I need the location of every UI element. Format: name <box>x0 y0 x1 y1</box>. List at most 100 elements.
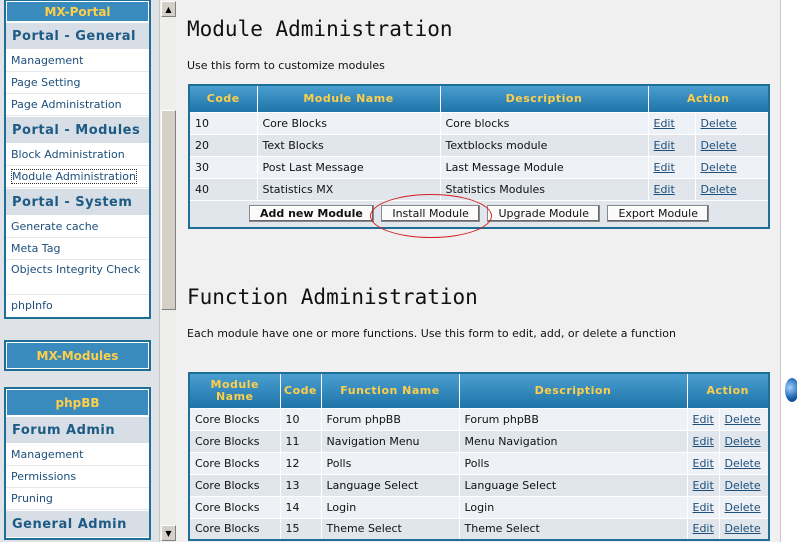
portal-system-heading: Portal - System <box>6 188 149 216</box>
delete-link[interactable]: Delete <box>718 429 770 453</box>
left-frame-scrollbar[interactable]: ▲ ▼ <box>159 0 176 542</box>
edit-link[interactable]: Edit <box>647 177 696 201</box>
edit-link[interactable]: Edit <box>647 133 696 157</box>
nav-link-permissions[interactable]: Permissions <box>6 466 149 488</box>
nav-link-generate-cache[interactable]: Generate cache <box>6 216 149 238</box>
function-module: Core Blocks <box>188 451 281 475</box>
function-module: Core Blocks <box>188 495 281 519</box>
col-function-name: Function Name <box>320 372 460 409</box>
module-buttons-cell: Add new Module Install Module Upgrade Mo… <box>188 199 770 229</box>
delete-link[interactable]: Delete <box>718 407 770 431</box>
module-description: Core blocks <box>439 111 649 135</box>
table-row: 30 Post Last Message Last Message Module… <box>188 155 770 179</box>
function-name: Navigation Menu <box>320 429 460 453</box>
mx-portal-title: MX-Portal <box>6 1 149 22</box>
function-module: Core Blocks <box>188 407 281 431</box>
mx-portal-panel: MX-Portal Portal - General Management Pa… <box>4 0 151 319</box>
left-scrollbar-thumb[interactable] <box>161 110 176 310</box>
module-code: 20 <box>188 133 258 157</box>
functions-table-header: Module Name Code Function Name Descripti… <box>188 372 770 409</box>
phpbb-panel: phpBB Forum Admin Management Permissions… <box>4 387 151 540</box>
function-description: Theme Select <box>458 517 688 541</box>
edit-link[interactable]: Edit <box>686 473 720 497</box>
modules-table: Code Module Name Description Action 10 C… <box>188 84 770 229</box>
edit-link[interactable]: Edit <box>686 495 720 519</box>
module-buttons-row: Add new Module Install Module Upgrade Mo… <box>188 199 770 229</box>
portal-general-heading: Portal - General <box>6 22 149 50</box>
phpbb-title: phpBB <box>6 389 149 416</box>
table-row: 10 Core Blocks Core blocks Edit Delete <box>188 111 770 135</box>
module-name: Text Blocks <box>256 133 441 157</box>
nav-link-module-administration-label: Module Administration <box>11 169 137 184</box>
nav-link-meta-tag[interactable]: Meta Tag <box>6 238 149 260</box>
function-name: Login <box>320 495 460 519</box>
edit-link[interactable]: Edit <box>686 429 720 453</box>
function-name: Theme Select <box>320 517 460 541</box>
nav-link-pruning[interactable]: Pruning <box>6 488 149 510</box>
mx-modules-title[interactable]: MX-Modules <box>6 342 149 369</box>
globe-icon <box>785 378 797 402</box>
function-module: Core Blocks <box>188 429 281 453</box>
export-module-button[interactable]: Export Module <box>607 205 709 223</box>
install-module-button[interactable]: Install Module <box>381 205 480 223</box>
upgrade-module-button[interactable]: Upgrade Module <box>487 205 600 223</box>
nav-link-block-administration[interactable]: Block Administration <box>6 144 149 166</box>
mx-modules-panel: MX-Modules <box>4 340 151 371</box>
arrow-down-icon[interactable]: ▼ <box>161 525 176 541</box>
module-description: Last Message Module <box>439 155 649 179</box>
nav-link-phpinfo[interactable]: phpInfo <box>6 295 149 317</box>
function-description: Polls <box>458 451 688 475</box>
module-code: 10 <box>188 111 258 135</box>
function-description: Menu Navigation <box>458 429 688 453</box>
table-row: Core Blocks 12 Polls Polls Edit Delete <box>188 451 770 475</box>
delete-link[interactable]: Delete <box>718 495 770 519</box>
main-frame-scrollbar[interactable] <box>780 0 797 542</box>
edit-link[interactable]: Edit <box>686 451 720 475</box>
function-code: 14 <box>279 495 322 519</box>
table-row: 20 Text Blocks Textblocks module Edit De… <box>188 133 770 157</box>
edit-link[interactable]: Edit <box>686 517 720 541</box>
delete-link[interactable]: Delete <box>694 111 770 135</box>
function-administration-title: Function Administration <box>187 285 478 309</box>
arrow-up-icon[interactable]: ▲ <box>161 1 176 17</box>
delete-link[interactable]: Delete <box>718 517 770 541</box>
function-module: Core Blocks <box>188 517 281 541</box>
delete-link[interactable]: Delete <box>694 155 770 179</box>
function-name: Forum phpBB <box>320 407 460 431</box>
col-description: Description <box>439 84 649 113</box>
function-description: Forum phpBB <box>458 407 688 431</box>
edit-link[interactable]: Edit <box>647 155 696 179</box>
function-name: Language Select <box>320 473 460 497</box>
table-row: Core Blocks 15 Theme Select Theme Select… <box>188 517 770 541</box>
function-administration-intro: Each module have one or more functions. … <box>187 327 676 340</box>
edit-link[interactable]: Edit <box>686 407 720 431</box>
col-module-name: Module Name <box>256 84 441 113</box>
nav-link-page-setting[interactable]: Page Setting <box>6 72 149 94</box>
function-description: Login <box>458 495 688 519</box>
function-code: 11 <box>279 429 322 453</box>
left-navigation-frame: MX-Portal Portal - General Management Pa… <box>0 0 176 542</box>
nav-link-page-administration[interactable]: Page Administration <box>6 94 149 116</box>
nav-link-module-administration[interactable]: Module Administration <box>6 166 149 188</box>
module-name: Core Blocks <box>256 111 441 135</box>
module-administration-intro: Use this form to customize modules <box>187 59 385 72</box>
nav-link-objects-integrity-check[interactable]: Objects Integrity Check <box>6 260 149 295</box>
function-code: 13 <box>279 473 322 497</box>
nav-link-management[interactable]: Management <box>6 50 149 72</box>
edit-link[interactable]: Edit <box>647 111 696 135</box>
table-row: Core Blocks 11 Navigation Menu Menu Navi… <box>188 429 770 453</box>
delete-link[interactable]: Delete <box>718 451 770 475</box>
delete-link[interactable]: Delete <box>718 473 770 497</box>
function-name: Polls <box>320 451 460 475</box>
col-description: Description <box>458 372 688 409</box>
module-name: Post Last Message <box>256 155 441 179</box>
nav-link-forum-management[interactable]: Management <box>6 444 149 466</box>
module-code: 30 <box>188 155 258 179</box>
table-row: 40 Statistics MX Statistics Modules Edit… <box>188 177 770 201</box>
delete-link[interactable]: Delete <box>694 177 770 201</box>
function-code: 15 <box>279 517 322 541</box>
add-new-module-button[interactable]: Add new Module <box>249 205 374 223</box>
forum-admin-heading: Forum Admin <box>6 416 149 444</box>
delete-link[interactable]: Delete <box>694 133 770 157</box>
col-action: Action <box>686 372 770 409</box>
